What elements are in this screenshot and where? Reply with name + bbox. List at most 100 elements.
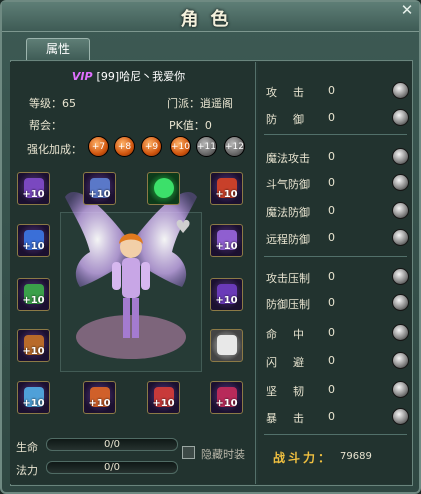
pk-label: PK值：: [169, 119, 205, 132]
stat-name: 攻击: [266, 86, 320, 99]
equip-slot-bottom-2[interactable]: +10: [147, 381, 180, 414]
stats-divider: [264, 256, 407, 257]
enhance-level-4[interactable]: +10: [170, 136, 191, 157]
pk-info: PK值：0: [169, 117, 212, 133]
stat-name: 斗气防御: [266, 178, 310, 191]
character-window: 角色 ✕ 属性 VIP [99]哈尼丶我爱你 等级：65 门派：逍遥阁 帮会： P…: [0, 0, 421, 494]
stat-name: 暴击: [266, 412, 320, 425]
combat-power-value: 79689: [340, 451, 372, 462]
stat-row: 攻击压制 0: [266, 268, 409, 288]
stat-value: 0: [328, 204, 335, 217]
level-info: 等级：65: [29, 95, 76, 111]
sect-label: 门派：: [167, 97, 200, 110]
title-bar[interactable]: 角色 ✕: [2, 2, 419, 32]
magic-attack-icon[interactable]: [392, 148, 409, 165]
stat-row: 命中 0: [266, 324, 409, 344]
defense-icon[interactable]: [392, 109, 409, 126]
equip-slot-right-1[interactable]: +10: [210, 172, 243, 205]
close-icon[interactable]: ✕: [399, 2, 415, 18]
mp-label: 法力: [16, 464, 38, 477]
stat-value: 0: [328, 150, 335, 163]
enhance-level-3[interactable]: +9: [141, 136, 162, 157]
magic-defense-icon[interactable]: [392, 202, 409, 219]
stat-value: 0: [328, 354, 335, 367]
qi-defense-icon[interactable]: [392, 174, 409, 191]
guild-label: 帮会：: [29, 119, 62, 132]
enhance-level-5[interactable]: +11: [196, 136, 217, 157]
hide-fashion-checkbox[interactable]: [182, 446, 195, 459]
equip-slot-right-5[interactable]: +10: [210, 381, 243, 414]
mp-value: 0/0: [103, 462, 121, 473]
stats-divider: [264, 434, 407, 435]
hide-fashion-label: 隐藏时装: [201, 448, 245, 461]
vip-badge: VIP: [71, 70, 93, 83]
enhance-level-1[interactable]: +7: [88, 136, 109, 157]
stat-name: 闪避: [266, 356, 320, 369]
hit-icon[interactable]: [392, 324, 409, 341]
sect-value: 逍遥阁: [200, 97, 233, 110]
player-name: [99]哈尼丶我爱你: [96, 70, 186, 83]
level-value: 65: [62, 97, 76, 110]
equip-slot-left-3[interactable]: +10: [17, 278, 50, 311]
enhance-level-2[interactable]: +8: [114, 136, 135, 157]
hp-label: 生命: [16, 441, 38, 454]
pk-value: 0: [204, 119, 212, 132]
stat-value: 0: [328, 270, 335, 283]
equip-slot-right-3[interactable]: +10: [210, 278, 243, 311]
stat-row: 斗气防御 0: [266, 174, 409, 194]
equip-slot-right-4[interactable]: [210, 329, 243, 362]
stat-value: 0: [328, 84, 335, 97]
defense-suppress-icon[interactable]: [392, 294, 409, 311]
equip-slot-top-1[interactable]: +10: [83, 172, 116, 205]
mp-bar: 0/0: [46, 461, 178, 474]
character-model: [65, 192, 197, 359]
stat-name: 命中: [266, 328, 320, 341]
equip-slot-left-1[interactable]: +10: [17, 172, 50, 205]
stat-row: 远程防御 0: [266, 229, 409, 249]
stat-row: 魔法防御 0: [266, 202, 409, 222]
stat-name: 攻击压制: [266, 272, 310, 285]
equip-slot-top-2[interactable]: [147, 172, 180, 205]
attack-suppress-icon[interactable]: [392, 268, 409, 285]
window-title: 角色: [180, 9, 241, 30]
heart-icon[interactable]: ♥: [175, 217, 195, 238]
toughness-icon[interactable]: [392, 381, 409, 398]
stat-row: 坚韧 0: [266, 381, 409, 401]
stat-name: 魔法防御: [266, 206, 310, 219]
tab-attributes[interactable]: 属性: [26, 38, 90, 60]
stat-name: 远程防御: [266, 233, 310, 246]
stat-value: 0: [328, 410, 335, 423]
sect-info: 门派：逍遥阁: [167, 95, 233, 111]
level-label: 等级：: [29, 97, 62, 110]
stat-row: 闪避 0: [266, 352, 409, 372]
stat-value: 0: [328, 176, 335, 189]
stat-value: 0: [328, 296, 335, 309]
stat-row: 攻击 0: [266, 82, 409, 102]
stat-value: 0: [328, 326, 335, 339]
hp-value: 0/0: [103, 439, 121, 450]
mount-icon: [217, 335, 237, 355]
enhance-label: 强化加成：: [27, 143, 82, 156]
guild-info: 帮会：: [29, 117, 62, 133]
stat-row: 防御 0: [266, 109, 409, 129]
attack-icon[interactable]: [392, 82, 409, 99]
stat-name: 防御压制: [266, 298, 310, 311]
hp-bar: 0/0: [46, 438, 178, 451]
stat-row: 魔法攻击 0: [266, 148, 409, 168]
equip-slot-right-2[interactable]: +10: [210, 224, 243, 257]
stat-value: 0: [328, 383, 335, 396]
stat-row: 暴击 0: [266, 408, 409, 428]
stat-value: 0: [328, 231, 335, 244]
ranged-defense-icon[interactable]: [392, 229, 409, 246]
stats-divider: [264, 134, 407, 135]
orb-icon: [154, 178, 174, 198]
equip-slot-left-2[interactable]: +10: [17, 224, 50, 257]
equip-slot-bottom-1[interactable]: +10: [83, 381, 116, 414]
equip-slot-left-5[interactable]: +10: [17, 381, 50, 414]
equip-slot-left-4[interactable]: +10: [17, 329, 50, 362]
crit-icon[interactable]: [392, 408, 409, 425]
stat-value: 0: [328, 111, 335, 124]
enhance-level-6[interactable]: +12: [224, 136, 245, 157]
dodge-icon[interactable]: [392, 352, 409, 369]
stat-name: 坚韧: [266, 385, 320, 398]
